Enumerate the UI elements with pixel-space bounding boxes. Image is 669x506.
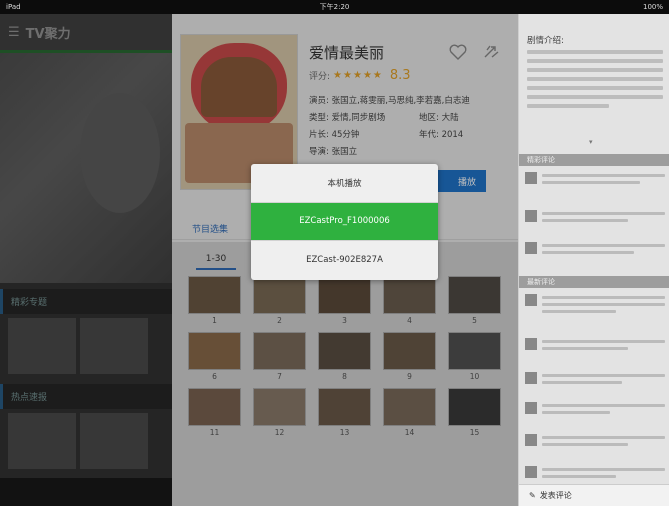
comment-item	[525, 370, 665, 394]
avatar	[525, 372, 537, 384]
comment-item	[525, 240, 665, 264]
chevron-down-icon[interactable]: ▾	[589, 138, 605, 146]
playback-device-popup: 本机播放 EZCastPro_F1000006 EZCast-902E827A	[251, 164, 438, 280]
status-bar: iPad 下午2:20 100%	[0, 0, 669, 14]
comment-item	[525, 208, 665, 232]
avatar	[525, 466, 537, 478]
compose-comment-button[interactable]: ✎ 发表评论	[519, 484, 669, 506]
pencil-icon: ✎	[529, 491, 536, 500]
compose-label: 发表评论	[539, 491, 572, 500]
comment-item	[525, 336, 665, 360]
avatar	[525, 294, 537, 306]
device-label: iPad	[6, 3, 21, 11]
comment-item	[525, 400, 665, 424]
avatar	[525, 434, 537, 446]
comment-item	[525, 170, 665, 194]
device-option[interactable]: EZCastPro_F1000006	[251, 202, 438, 242]
hot-comments-header: 精彩评论	[519, 154, 669, 166]
comment-item	[525, 292, 665, 316]
status-time: 下午2:20	[319, 3, 350, 11]
device-option[interactable]: 本机播放	[251, 164, 438, 203]
battery-level: 100%	[642, 3, 663, 11]
latest-comments-header: 最新评论	[519, 276, 669, 288]
comments-panel: 剧情介绍: ▾ 精彩评论 最新评论 ✎ 发表评论	[518, 14, 669, 506]
comment-item	[525, 432, 665, 456]
avatar	[525, 338, 537, 350]
device-option[interactable]: EZCast-902E827A	[251, 241, 438, 280]
synopsis-text	[527, 50, 663, 142]
screen: iPad 下午2:20 100% ☰ TV聚力 精彩专题 热点速报 爱情最美丽 …	[0, 0, 669, 506]
avatar	[525, 210, 537, 222]
avatar	[525, 172, 537, 184]
synopsis-title: 剧情介绍:	[527, 36, 564, 46]
avatar	[525, 242, 537, 254]
avatar	[525, 402, 537, 414]
background-dim	[0, 14, 172, 506]
